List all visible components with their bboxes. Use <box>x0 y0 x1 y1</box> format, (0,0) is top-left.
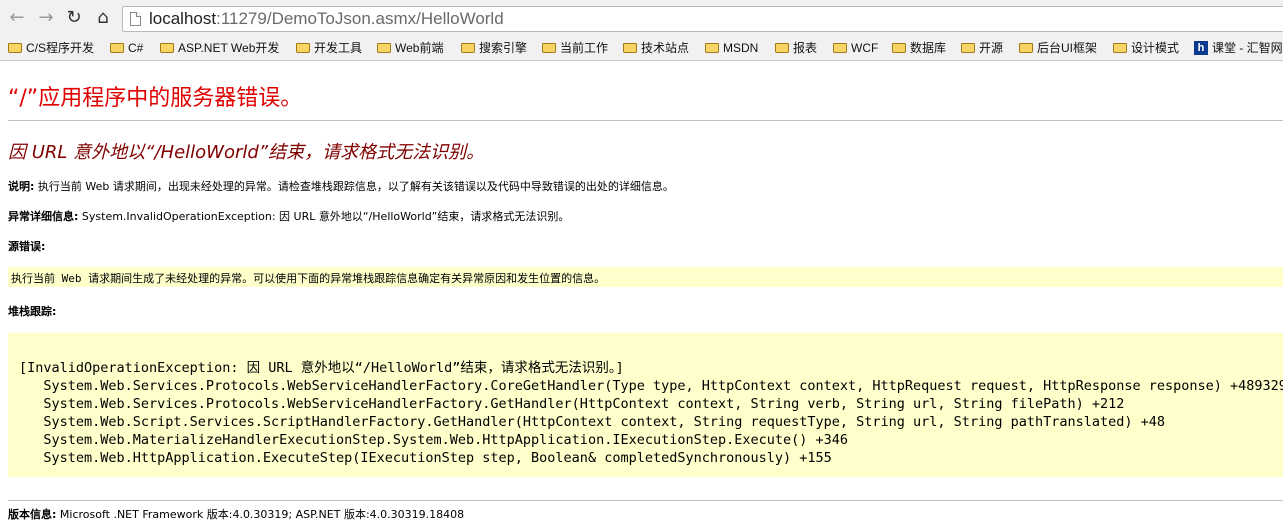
page-title: “/”应用程序中的服务器错误。 <box>8 86 303 111</box>
source-error-box: 执行当前 Web 请求期间生成了未经处理的异常。可以使用下面的异常堆栈跟踪信息确… <box>8 267 1283 287</box>
home-icon[interactable]: ⌂ <box>93 8 113 28</box>
folder-icon <box>110 42 124 53</box>
browser-toolbar: ← → ↻ ⌂ localhost:11279/DemoToJson.asmx/… <box>0 0 1283 36</box>
bookmark-item[interactable]: 开发工具 <box>296 39 362 57</box>
url-text[interactable]: localhost:11279/DemoToJson.asmx/HelloWor… <box>149 9 504 29</box>
stack-line: System.Web.Script.Services.ScriptHandler… <box>19 414 1166 430</box>
bookmark-item[interactable]: C/S程序开发 <box>8 39 94 57</box>
folder-icon <box>8 42 22 53</box>
bookmark-item[interactable]: 当前工作 <box>542 39 608 57</box>
stack-line: System.Web.Services.Protocols.WebService… <box>19 396 1125 412</box>
folder-icon <box>461 42 475 53</box>
reload-icon[interactable]: ↻ <box>64 8 84 28</box>
folder-icon <box>775 42 789 53</box>
page-icon <box>130 12 141 26</box>
source-error-label: 源错误: <box>8 240 46 253</box>
stack-line: System.Web.HttpApplication.ExecuteStep(I… <box>19 450 832 466</box>
bookmark-item[interactable]: 数据库 <box>892 39 946 57</box>
folder-icon <box>833 42 847 53</box>
folder-icon <box>892 42 906 53</box>
folder-icon <box>1113 42 1127 53</box>
stack-trace-label: 堆栈跟踪: <box>8 305 57 318</box>
version-text: Microsoft .NET Framework 版本:4.0.30319; A… <box>56 508 465 521</box>
bookmark-item[interactable]: MSDN <box>705 39 758 57</box>
bookmark-item[interactable]: WCF <box>833 39 878 57</box>
folder-icon <box>160 42 174 53</box>
bookmark-item[interactable]: 开源 <box>961 39 1003 57</box>
stack-trace-box: [InvalidOperationException: 因 URL 意外地以“/… <box>8 333 1283 477</box>
site-favicon-icon: h <box>1194 40 1208 55</box>
bookmark-item[interactable]: 搜索引擎 <box>461 39 527 57</box>
folder-icon <box>705 42 719 53</box>
exception-detail-text: System.InvalidOperationException: 因 URL … <box>78 210 570 223</box>
folder-icon <box>377 42 391 53</box>
description-line: 说明: 执行当前 Web 请求期间，出现未经处理的异常。请检查堆栈跟踪信息，以了… <box>8 178 674 194</box>
divider <box>8 500 1283 501</box>
bookmark-item[interactable]: 后台UI框架 <box>1019 39 1097 57</box>
bookmark-item[interactable]: Web前端 <box>377 39 443 57</box>
stack-line: System.Web.Services.Protocols.WebService… <box>19 378 1283 394</box>
url-path: :11279/DemoToJson.asmx/HelloWorld <box>216 9 504 28</box>
address-bar[interactable]: localhost:11279/DemoToJson.asmx/HelloWor… <box>122 6 1283 32</box>
bookmark-item[interactable]: 技术站点 <box>623 39 689 57</box>
stack-line: System.Web.MaterializeHandlerExecutionSt… <box>19 432 849 448</box>
folder-icon <box>1019 42 1033 53</box>
bookmark-item[interactable]: C# <box>110 39 143 57</box>
bookmark-item[interactable]: 设计模式 <box>1113 39 1179 57</box>
bookmark-item[interactable]: ASP.NET Web开发 <box>160 39 279 57</box>
version-label: 版本信息: <box>8 508 57 521</box>
back-icon[interactable]: ← <box>7 8 27 28</box>
exception-detail-label: 异常详细信息: <box>8 210 79 223</box>
version-info: 版本信息: Microsoft .NET Framework 版本:4.0.30… <box>8 506 464 522</box>
error-subtitle: 因 URL 意外地以“/HelloWorld”结束，请求格式无法识别。 <box>8 142 485 163</box>
exception-detail-line: 异常详细信息: System.InvalidOperationException… <box>8 208 569 224</box>
stack-line: [InvalidOperationException: 因 URL 意外地以“/… <box>19 360 624 376</box>
folder-icon <box>296 42 310 53</box>
divider <box>8 120 1283 121</box>
url-host: localhost <box>149 9 217 28</box>
description-text: 执行当前 Web 请求期间，出现未经处理的异常。请检查堆栈跟踪信息，以了解有关该… <box>34 180 674 193</box>
bookmark-item[interactable]: h 课堂 - 汇智网 <box>1194 39 1283 57</box>
forward-icon[interactable]: → <box>36 8 56 28</box>
bookmark-item[interactable]: 报表 <box>775 39 817 57</box>
bookmarks-bar: C/S程序开发 C# ASP.NET Web开发 开发工具 Web前端 搜索引擎… <box>0 36 1283 61</box>
source-error-text: 执行当前 Web 请求期间生成了未经处理的异常。可以使用下面的异常堆栈跟踪信息确… <box>11 272 606 285</box>
folder-icon <box>542 42 556 53</box>
folder-icon <box>623 42 637 53</box>
description-label: 说明: <box>8 180 35 193</box>
folder-icon <box>961 42 975 53</box>
